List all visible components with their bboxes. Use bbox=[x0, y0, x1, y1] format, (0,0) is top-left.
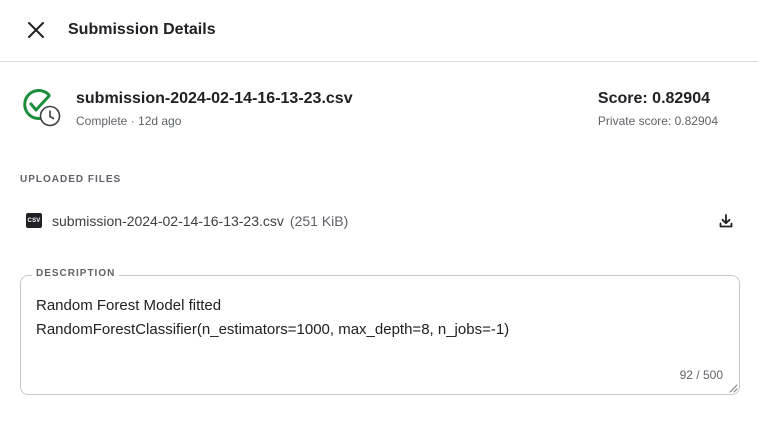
check-circle-clock-icon bbox=[23, 89, 61, 127]
download-button[interactable] bbox=[716, 211, 736, 231]
uploaded-file-name: submission-2024-02-14-16-13-23.csv bbox=[52, 213, 284, 229]
resize-handle-icon[interactable] bbox=[728, 383, 738, 393]
description-line: Random Forest Model fitted bbox=[36, 297, 222, 314]
uploaded-file-item: submission-2024-02-14-16-13-23.csv (251 K… bbox=[52, 213, 348, 229]
submission-status: Complete · 12d ago bbox=[76, 114, 182, 128]
description-text[interactable]: Random Forest Model fitted RandomForestC… bbox=[36, 294, 726, 342]
public-score: Score: 0.82904 bbox=[597, 90, 710, 107]
private-score: Private score: 0.82904 bbox=[597, 114, 718, 128]
description-line: RandomForestClassifier(n_estimators=1000… bbox=[36, 321, 510, 338]
dialog-title: Submission Details bbox=[68, 21, 216, 38]
csv-file-icon: CSV bbox=[26, 213, 42, 228]
uploaded-file-size: (251 KiB) bbox=[289, 213, 349, 229]
close-icon bbox=[28, 22, 44, 38]
close-button[interactable] bbox=[22, 16, 50, 44]
description-label: DESCRIPTION bbox=[32, 268, 120, 279]
download-icon bbox=[719, 214, 733, 228]
uploaded-files-heading: UPLOADED FILES bbox=[20, 174, 122, 185]
dialog-header: Submission Details bbox=[0, 0, 758, 62]
character-count: 92 / 500 bbox=[679, 368, 723, 382]
submission-file-name: submission-2024-02-14-16-13-23.csv bbox=[76, 90, 353, 107]
